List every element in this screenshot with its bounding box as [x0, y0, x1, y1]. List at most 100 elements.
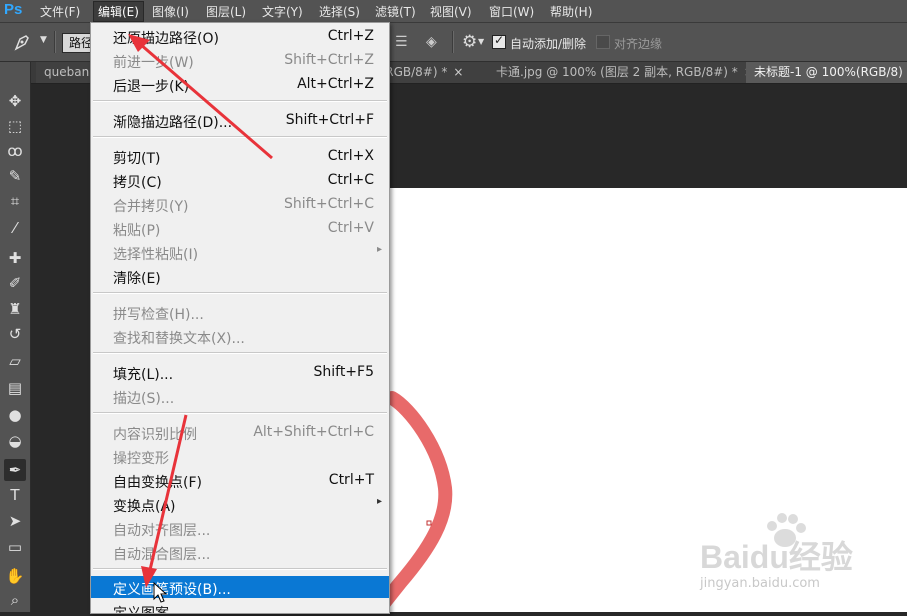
menu-separator [93, 412, 387, 414]
submenu-arrow-icon: ▸ [376, 496, 382, 507]
menu-select[interactable]: 选择(S) [319, 3, 360, 20]
stack-icon[interactable]: ◈ [426, 34, 437, 50]
menu-item-label: 填充(L)... [113, 367, 174, 383]
menu-item-paste-special[interactable]: 选择性粘贴(I) ▸ [91, 241, 389, 263]
menu-item-copy-merged[interactable]: 合并拷贝(Y) Shift+Ctrl+C [91, 193, 389, 215]
menu-filter[interactable]: 滤镜(T) [375, 3, 416, 20]
menu-item-transform-points[interactable]: 变换点(A) ▸ [91, 493, 389, 515]
align-edges-checkbox[interactable] [596, 35, 610, 49]
path-arrange-icon[interactable]: ☰ [395, 34, 408, 50]
menu-item-step-backward[interactable]: 后退一步(K) Alt+Ctrl+Z [91, 73, 389, 95]
brush-icon[interactable]: ✐ [4, 272, 26, 294]
history-brush-icon[interactable]: ↺ [4, 323, 26, 345]
menu-item-define-pattern[interactable]: 定义图案... [91, 600, 389, 613]
menu-item-paste[interactable]: 粘贴(P) Ctrl+V [91, 217, 389, 239]
menu-item-label: 前进一步(W) [113, 55, 194, 71]
menu-item-auto-blend-layers[interactable]: 自动混合图层... [91, 541, 389, 563]
crop-icon[interactable]: ⌗ [4, 190, 26, 212]
menu-item-label: 还原描边路径(O) [113, 31, 219, 47]
marquee-icon[interactable]: ⬚ [4, 115, 26, 137]
menu-item-clear[interactable]: 清除(E) [91, 265, 389, 287]
stamp-icon[interactable]: ♜ [4, 298, 26, 320]
menu-item-copy[interactable]: 拷贝(C) Ctrl+C [91, 169, 389, 191]
tab-cartoon[interactable]: 卡通.jpg @ 100% (图层 2 副本, RGB/8#) *× [488, 62, 749, 83]
tab-untitled-1[interactable]: 未标题-1 @ 100%(RGB/8)× [746, 62, 907, 83]
menu-separator [93, 352, 387, 354]
auto-add-delete-label: 自动添加/删除 [510, 37, 587, 51]
menu-item-label: 描边(S)... [113, 391, 175, 407]
eyedropper-icon[interactable]: ⁄ [4, 217, 26, 239]
divider [452, 31, 454, 53]
menu-item-free-transform-points[interactable]: 自由变换点(F) Ctrl+T [91, 469, 389, 491]
menu-separator [93, 292, 387, 294]
menu-item-fade-stroke-path[interactable]: 渐隐描边路径(D)... Shift+Ctrl+F [91, 109, 389, 131]
menu-item-label: 剪切(T) [113, 151, 161, 167]
menu-item-step-forward[interactable]: 前进一步(W) Shift+Ctrl+Z [91, 49, 389, 71]
divider [54, 31, 56, 53]
menu-item-auto-align-layers[interactable]: 自动对齐图层... [91, 517, 389, 539]
watermark-brand: Baidu经验 [700, 539, 853, 575]
tab-label: queban. [44, 65, 93, 79]
eraser-icon[interactable]: ▱ [4, 350, 26, 372]
menu-item-shortcut: Shift+Ctrl+Z [284, 52, 374, 68]
menu-item-label: 变换点(A) [113, 499, 176, 515]
chevron-down-icon[interactable]: ▼ [478, 37, 484, 46]
submenu-arrow-icon: ▸ [376, 244, 382, 255]
quick-select-icon[interactable]: ✎ [4, 165, 26, 187]
tab-label: 未标题-1 @ 100%(RGB/8) [754, 65, 903, 79]
menu-item-shortcut: Alt+Shift+Ctrl+C [253, 424, 374, 440]
chevron-down-icon[interactable]: ▼ [40, 35, 47, 45]
watermark-url: jingyan.baidu.com [700, 576, 820, 591]
zoom-icon[interactable]: ⌕ [4, 589, 26, 611]
menu-item-label: 合并拷贝(Y) [113, 199, 189, 215]
menu-item-content-aware-scale[interactable]: 内容识别比例 Alt+Shift+Ctrl+C [91, 421, 389, 443]
menu-item-label: 内容识别比例 [113, 427, 197, 443]
menu-item-undo-stroke-path[interactable]: 还原描边路径(O) Ctrl+Z [91, 25, 389, 47]
lasso-icon[interactable]: ꝏ [4, 140, 26, 162]
close-icon[interactable]: × [453, 65, 463, 79]
move-icon[interactable]: ✥ [4, 90, 26, 112]
menu-item-label: 渐隐描边路径(D)... [113, 115, 233, 131]
menu-item-label: 自由变换点(F) [113, 475, 202, 491]
menu-separator [93, 568, 387, 570]
menu-image[interactable]: 图像(I) [152, 3, 189, 20]
menu-item-label: 拷贝(C) [113, 175, 162, 191]
menu-separator [93, 136, 387, 138]
pen-icon[interactable] [12, 32, 42, 52]
path-select-icon[interactable]: ➤ [4, 510, 26, 532]
menu-item-shortcut: Shift+Ctrl+C [284, 196, 374, 212]
tool-panel: ✥ ⬚ ꝏ ✎ ⌗ ⁄ ✚ ✐ ♜ ↺ ▱ ▤ ● ◒ ✒ T ➤ ▭ ✋ ⌕ [0, 62, 31, 612]
menu-view[interactable]: 视图(V) [430, 3, 472, 20]
dodge-icon[interactable]: ◒ [4, 430, 26, 452]
menu-item-label: 自动对齐图层... [113, 523, 211, 539]
menu-item-puppet-warp[interactable]: 操控变形 [91, 445, 389, 467]
pen-icon[interactable]: ✒ [4, 459, 26, 481]
menu-item-shortcut: Ctrl+X [327, 148, 374, 164]
menu-item-check-spelling[interactable]: 拼写检查(H)... [91, 301, 389, 323]
blur-icon[interactable]: ● [4, 404, 26, 426]
menu-separator [93, 100, 387, 102]
menu-item-find-replace[interactable]: 查找和替换文本(X)... [91, 325, 389, 347]
menu-item-label: 拼写检查(H)... [113, 307, 204, 323]
menu-edit[interactable]: 编辑(E) [93, 1, 144, 22]
gear-icon[interactable]: ⚙ [462, 32, 477, 52]
healing-icon[interactable]: ✚ [4, 247, 26, 269]
menu-type[interactable]: 文字(Y) [262, 3, 303, 20]
type-icon[interactable]: T [4, 484, 26, 506]
menu-window[interactable]: 窗口(W) [489, 3, 534, 20]
menu-help[interactable]: 帮助(H) [550, 3, 592, 20]
menu-item-label: 自动混合图层... [113, 547, 211, 563]
menu-file[interactable]: 文件(F) [40, 3, 80, 20]
hand-icon[interactable]: ✋ [4, 565, 26, 587]
menu-item-label: 后退一步(K) [113, 79, 190, 95]
menu-item-shortcut: Ctrl+C [327, 172, 374, 188]
menu-item-label: 粘贴(P) [113, 223, 161, 239]
menu-item-define-brush-preset[interactable]: 定义画笔预设(B)... [91, 576, 389, 598]
auto-add-delete-checkbox[interactable] [492, 33, 506, 49]
gradient-icon[interactable]: ▤ [4, 377, 26, 399]
menu-item-cut[interactable]: 剪切(T) Ctrl+X [91, 145, 389, 167]
menu-layer[interactable]: 图层(L) [206, 3, 246, 20]
shape-icon[interactable]: ▭ [4, 536, 26, 558]
menu-item-fill[interactable]: 填充(L)... Shift+F5 [91, 361, 389, 383]
menu-item-stroke[interactable]: 描边(S)... [91, 385, 389, 407]
